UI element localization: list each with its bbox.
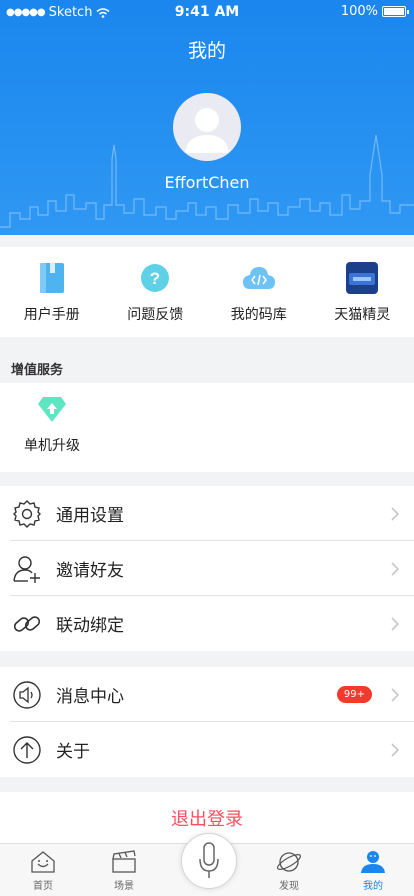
diamond-upgrade-icon xyxy=(38,397,66,422)
chevron-right-icon xyxy=(391,507,400,521)
svg-text:?: ? xyxy=(150,269,160,288)
row-general-settings[interactable]: 通用设置 xyxy=(0,486,414,541)
row-label: 邀请好友 xyxy=(56,561,124,581)
row-linkage-binding[interactable]: 联动绑定 xyxy=(0,596,414,651)
tool-label: 用户手册 xyxy=(23,307,80,323)
add-user-icon xyxy=(13,556,40,583)
value-services-title: 增值服务 xyxy=(11,363,64,378)
row-label: 消息中心 xyxy=(56,687,124,707)
tab-scenes[interactable]: 场景 xyxy=(94,850,154,892)
tool-feedback[interactable]: ? 问题反馈 xyxy=(104,247,208,337)
profile-icon xyxy=(361,851,385,873)
profile-header: ●●●●● Sketch 9:41 AM 100% 我的 EffortChen xyxy=(0,0,414,235)
info-group: 消息中心 99+ 关于 xyxy=(0,667,414,777)
default-user-icon xyxy=(185,108,229,153)
tool-label: 问题反馈 xyxy=(127,307,184,323)
row-about[interactable]: 关于 xyxy=(0,722,414,777)
tool-label: 天猫精灵 xyxy=(334,307,391,323)
battery-percent: 100% xyxy=(340,4,378,19)
chevron-right-icon xyxy=(391,562,400,576)
chevron-right-icon xyxy=(391,617,400,631)
service-offline-upgrade[interactable]: 单机升级 xyxy=(14,395,90,455)
value-services-panel: 单机升级 xyxy=(0,383,414,472)
tab-discover[interactable]: 发现 xyxy=(259,850,319,892)
quick-tools: 用户手册 ? 问题反馈 我的码库 天猫精灵 xyxy=(0,247,414,337)
tab-label: 我的 xyxy=(363,881,383,892)
microphone-icon xyxy=(199,842,219,878)
tab-mine[interactable]: 我的 xyxy=(343,850,403,892)
tab-home[interactable]: 首页 xyxy=(13,850,73,892)
tool-label: 我的码库 xyxy=(230,307,287,323)
avatar[interactable] xyxy=(173,93,241,161)
voice-button[interactable] xyxy=(181,833,237,889)
row-label: 关于 xyxy=(56,742,90,762)
page-title: 我的 xyxy=(187,40,226,62)
settings-group: 通用设置 邀请好友 联动绑定 xyxy=(0,486,414,651)
manual-book-icon xyxy=(35,261,69,295)
tool-tmall-genie[interactable]: 天猫精灵 xyxy=(311,247,414,337)
status-bar: ●●●●● Sketch 9:41 AM 100% xyxy=(0,0,414,24)
tab-label: 场景 xyxy=(114,881,134,892)
question-feedback-icon: ? xyxy=(138,261,172,295)
planet-icon xyxy=(276,852,302,872)
chevron-right-icon xyxy=(391,743,400,757)
tool-code-library[interactable]: 我的码库 xyxy=(207,247,311,337)
clapper-icon xyxy=(112,850,136,873)
row-message-center[interactable]: 消息中心 99+ xyxy=(0,667,414,722)
tmall-genie-icon xyxy=(345,261,379,295)
notification-badge: 99+ xyxy=(336,686,372,703)
home-icon xyxy=(31,851,55,873)
code-cloud-icon xyxy=(242,261,276,295)
up-arrow-circle-icon xyxy=(13,736,41,764)
chevron-right-icon xyxy=(391,688,400,702)
row-label: 联动绑定 xyxy=(56,616,124,636)
gear-icon xyxy=(13,500,41,528)
service-label: 单机升级 xyxy=(24,438,80,454)
row-invite-friends[interactable]: 邀请好友 xyxy=(0,541,414,596)
username[interactable]: EffortChen xyxy=(0,173,414,192)
tab-label: 发现 xyxy=(279,881,299,892)
row-label: 通用设置 xyxy=(56,506,124,526)
battery-icon xyxy=(382,6,409,17)
tool-user-manual[interactable]: 用户手册 xyxy=(0,247,104,337)
speaker-icon xyxy=(13,681,41,709)
link-icon xyxy=(13,616,41,632)
tab-label: 首页 xyxy=(33,881,53,892)
